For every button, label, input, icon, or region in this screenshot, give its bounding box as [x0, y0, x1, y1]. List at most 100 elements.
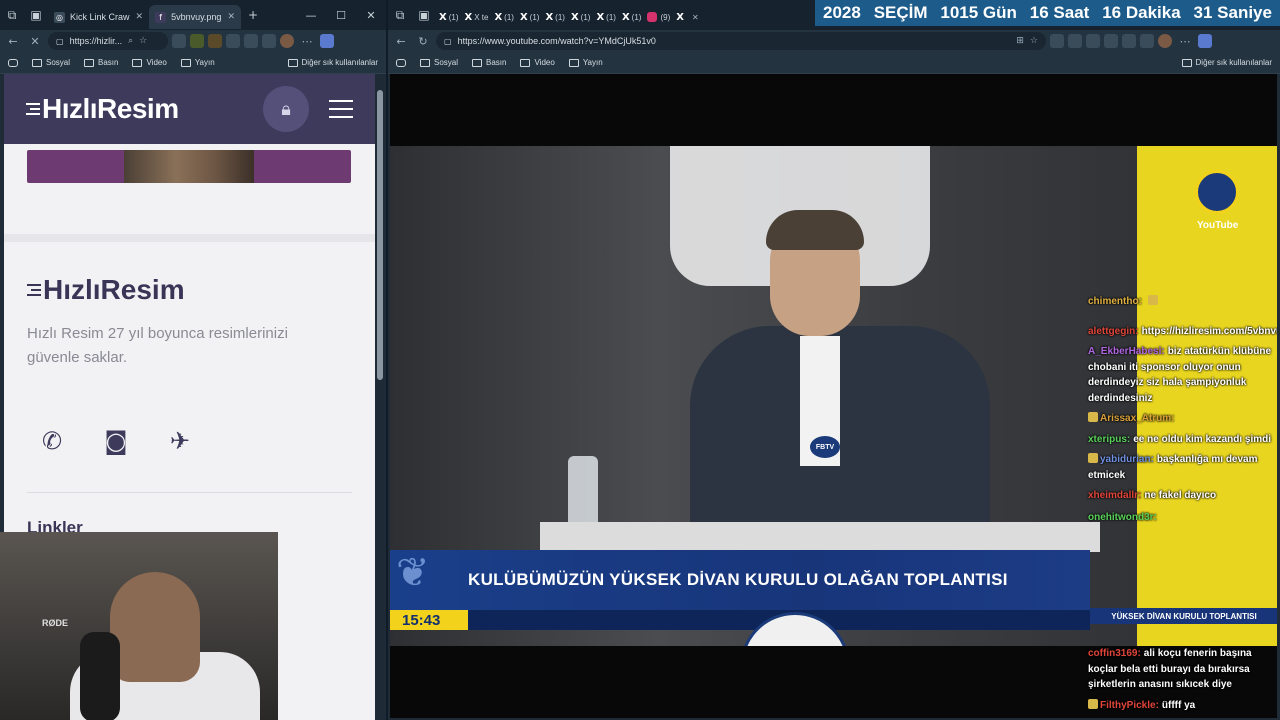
bookmark-yayin[interactable]: Yayın [568, 58, 603, 67]
tab-x[interactable]: X (1) [542, 5, 568, 29]
sidebar-toggle-icon[interactable] [396, 58, 406, 67]
extension-icon[interactable] [1050, 34, 1064, 48]
chat-username: Arissax_Atrum: [1100, 413, 1175, 424]
right-browser-window: ⧉ ▣ X (1) XX te X (1) X (1) X (1) X (1) X (1) … [388, 0, 1280, 720]
close-tab-icon[interactable]: ✕ [692, 13, 699, 22]
copilot-icon[interactable] [320, 34, 334, 48]
extensions-puzzle-icon[interactable] [1104, 34, 1118, 48]
workspaces-icon[interactable]: ⧉ [0, 0, 24, 30]
extension-icon[interactable] [208, 34, 222, 48]
url-field[interactable]: ▢ https://hizlir... ⌕ ☆ [48, 32, 168, 50]
tab-kick-link[interactable]: ◎ Kick Link Craw ✕ [48, 5, 149, 29]
desktop: ⧉ ▣ ◎ Kick Link Craw ✕ f 5vbnvuy.png ✕ +… [0, 0, 1280, 720]
bookmark-yayin[interactable]: Yayın [180, 58, 215, 67]
bookmark-basin[interactable]: Basın [472, 58, 506, 67]
extension-icon[interactable] [172, 34, 186, 48]
x-logo-icon: X [464, 11, 473, 23]
tab-x[interactable]: X (1) [593, 5, 619, 29]
refresh-icon[interactable]: ↻ [414, 35, 432, 48]
stream-chat-overlay: chimentho: alettgegin: https://hizliresim… [1088, 294, 1278, 530]
profile-avatar[interactable] [280, 34, 294, 48]
video-player[interactable]: FBTV YouTube ❦ KULÜBÜMÜZÜN YÜKSEK DİVAN … [390, 146, 1278, 646]
scrollbar-thumb[interactable] [377, 90, 383, 380]
chat-username: xheimdallr: [1088, 490, 1142, 501]
countdown-days: 1015 Gün [940, 3, 1017, 22]
bookmark-other-favorites[interactable]: Diğer sık kullanılanlar [1181, 58, 1272, 67]
extension-icon[interactable] [226, 34, 240, 48]
x-logo-icon: X [545, 11, 554, 23]
bookmark-basin[interactable]: Basın [84, 58, 118, 67]
instagram-icon[interactable]: ◙ [101, 426, 131, 456]
new-tab-icon[interactable]: + [241, 0, 265, 30]
copilot-icon[interactable] [1198, 34, 1212, 48]
close-tab-icon[interactable]: ✕ [227, 12, 235, 22]
crown-badge-icon [1088, 412, 1098, 422]
image-content [124, 150, 254, 183]
chat-message: yabidurian: başkanlığa mı devam etmicek [1088, 452, 1276, 483]
speaker-figure: FBTV [690, 210, 1030, 546]
sub-badge-icon [1088, 698, 1098, 709]
x-logo-icon: X [519, 11, 528, 23]
bookmark-other-favorites[interactable]: Diğer sık kullanılanlar [287, 58, 378, 67]
sub-badge-icon [1088, 453, 1098, 463]
tab-label: (1) [448, 12, 459, 22]
twitter-icon[interactable]: ✈ [165, 426, 195, 456]
close-window-icon[interactable]: ✕ [356, 9, 386, 22]
left-page-scrollbar[interactable] [375, 74, 385, 720]
favorites-icon[interactable] [262, 34, 276, 48]
speaker-suit [690, 326, 990, 546]
zoom-icon[interactable]: ⌕ [128, 36, 133, 46]
tab-x[interactable]: X ✕ [673, 5, 701, 29]
tab-x[interactable]: X (1) [517, 5, 543, 29]
tab-x[interactable]: X (1) [436, 5, 462, 29]
more-menu-icon[interactable]: ⋯ [298, 35, 316, 48]
back-icon[interactable]: ← [392, 35, 410, 48]
collections-icon[interactable] [1140, 34, 1154, 48]
footer-divider [27, 492, 352, 493]
close-tab-icon[interactable]: ✕ [136, 12, 144, 22]
election-countdown-banner: 2028 SEÇİM 1015 Gün 16 Saat 16 Dakika 31… [815, 0, 1280, 26]
stop-loading-icon[interactable]: ✕ [26, 35, 44, 48]
favorite-star-icon[interactable]: ☆ [1030, 36, 1038, 46]
site-logo[interactable]: HızlıResim [26, 93, 179, 125]
favorites-icon[interactable] [1122, 34, 1136, 48]
tab-actions-icon[interactable]: ▣ [412, 0, 436, 30]
favorite-star-icon[interactable]: ☆ [139, 36, 147, 46]
tab-x[interactable]: X (1) [491, 5, 517, 29]
speed-lines-icon [27, 284, 41, 296]
uploaded-image-preview[interactable] [27, 150, 351, 183]
tab-x[interactable]: XX te [462, 5, 492, 29]
tab-label: 5vbnvuy.png [171, 12, 222, 22]
bookmark-video[interactable]: Video [132, 58, 167, 67]
extension-icon[interactable] [1086, 34, 1100, 48]
more-menu-icon[interactable]: ⋯ [1176, 35, 1194, 48]
bookmark-sosyal[interactable]: Sosyal [420, 58, 458, 67]
maximize-icon[interactable]: ☐ [326, 9, 356, 22]
sidebar-toggle-icon[interactable] [8, 58, 18, 67]
tab-instagram[interactable]: (9) [644, 5, 673, 29]
tab-actions-icon[interactable]: ▣ [24, 0, 48, 30]
tab-hizliresim[interactable]: f 5vbnvuy.png ✕ [149, 5, 241, 29]
minimize-icon[interactable]: — [296, 9, 326, 22]
profile-avatar[interactable] [1158, 34, 1172, 48]
tab-label: (1) [580, 12, 591, 22]
bookmark-label: Sosyal [46, 58, 71, 67]
mini-title-bar: YÜKSEK DİVAN KURULU TOPLANTISI [1090, 608, 1278, 624]
extension-icon[interactable] [190, 34, 204, 48]
url-field[interactable]: ▢ https://www.youtube.com/watch?v=YMdCjU… [436, 32, 1046, 50]
lock-button[interactable]: 🔒︎ [263, 86, 309, 132]
bookmark-sosyal[interactable]: Sosyal [32, 58, 70, 67]
workspaces-icon[interactable]: ⧉ [388, 0, 412, 30]
back-icon[interactable]: ← [4, 35, 22, 48]
tab-x[interactable]: X (1) [568, 5, 594, 29]
extension-icon[interactable] [1068, 34, 1082, 48]
bookmark-video[interactable]: Video [520, 58, 555, 67]
webcam-person [110, 572, 200, 682]
tab-x[interactable]: X (1) [619, 5, 645, 29]
tab-label: (1) [529, 12, 540, 22]
app-available-icon[interactable]: ⊞ [1016, 36, 1024, 46]
club-crest-icon [1195, 170, 1239, 214]
whatsapp-icon[interactable]: ✆ [37, 426, 67, 456]
extensions-puzzle-icon[interactable] [244, 34, 258, 48]
hamburger-menu-icon[interactable] [329, 100, 353, 118]
